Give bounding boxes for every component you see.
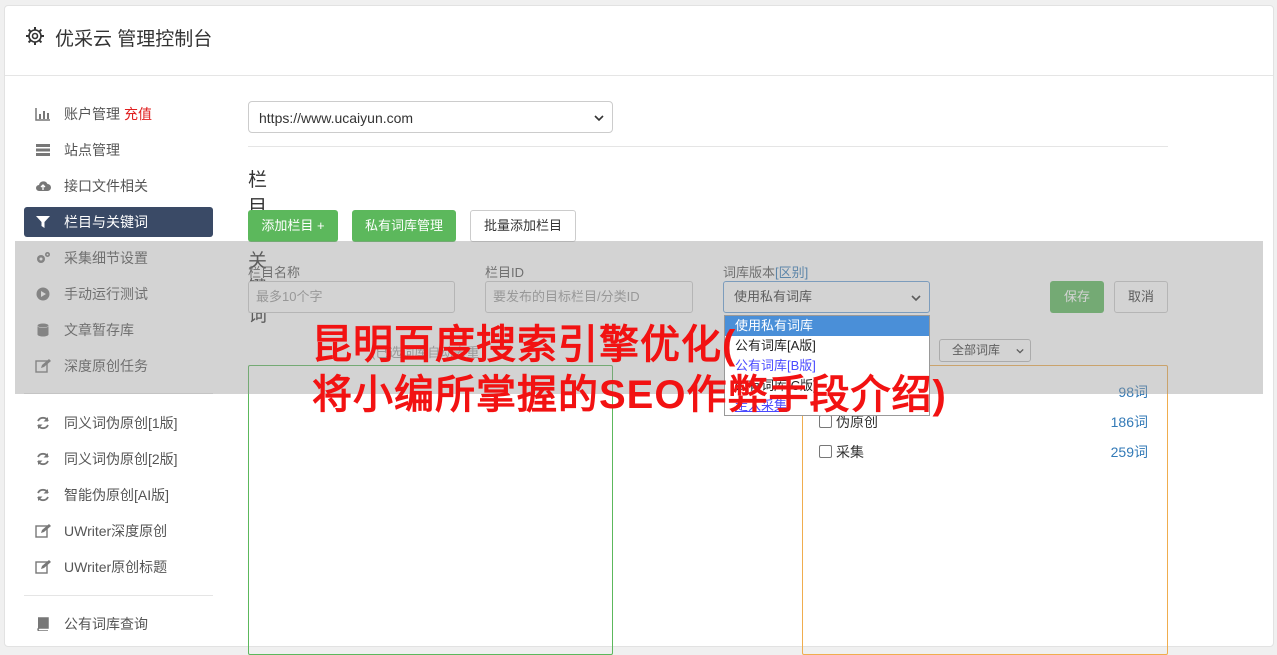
cloud-upload-icon xyxy=(36,181,51,191)
sidebar-item-label: 接口文件相关 xyxy=(64,178,148,194)
sidebar-item-label: 同义词伪原创[2版] xyxy=(64,451,178,467)
sidebar-item-uwriter-deep[interactable]: UWriter深度原创 xyxy=(24,516,213,546)
sidebar-item-interface[interactable]: 接口文件相关 xyxy=(24,171,213,201)
book-icon xyxy=(37,617,49,631)
header: 优采云 管理控制台 xyxy=(5,6,1273,76)
batch-add-button[interactable]: 批量添加栏目 xyxy=(470,210,576,242)
sidebar-item-uwriter-title[interactable]: UWriter原创标题 xyxy=(24,552,213,582)
watermark-line: 昆明百度搜索引擎优化( xyxy=(312,323,737,367)
sidebar-item-synonym-v2[interactable]: 同义词伪原创[2版] xyxy=(24,444,213,474)
sidebar-item-label: 同义词伪原创[1版] xyxy=(64,415,178,431)
sidebar-divider xyxy=(24,595,213,596)
watermark-line: 将小编所掌握的SEO作弊手段介绍) xyxy=(312,373,947,417)
lib-count: 259词 xyxy=(1110,444,1148,460)
sidebar-item-label: UWriter原创标题 xyxy=(64,559,168,575)
server-icon xyxy=(36,144,50,156)
sidebar-item-synonym-v1[interactable]: 同义词伪原创[1版] xyxy=(24,408,213,438)
refresh-icon xyxy=(37,488,49,502)
sidebar-item-label: 栏目与关键词 xyxy=(64,214,148,230)
lib-count: 186词 xyxy=(1110,414,1148,430)
site-select-value: https://www.ucaiyun.com xyxy=(259,110,414,126)
sidebar-item-label: 智能伪原创[AI版] xyxy=(64,487,170,503)
bar-chart-icon xyxy=(35,108,50,121)
filter-icon xyxy=(36,216,50,228)
lib-row[interactable]: 采集 xyxy=(819,442,864,462)
refresh-icon xyxy=(37,452,49,466)
edit-icon xyxy=(35,560,51,574)
sidebar-item-columns[interactable]: 栏目与关键词 xyxy=(24,207,213,237)
sidebar-item-ai-original[interactable]: 智能伪原创[AI版] xyxy=(24,480,213,510)
recharge-link[interactable]: 充值 xyxy=(124,106,152,122)
sidebar-item-public-lib[interactable]: 公有词库查询 xyxy=(24,609,213,639)
sidebar-item-sites[interactable]: 站点管理 xyxy=(24,135,213,165)
divider xyxy=(248,146,1168,147)
private-lib-button[interactable]: 私有词库管理 xyxy=(352,210,456,242)
site-select[interactable]: https://www.ucaiyun.com xyxy=(248,101,613,133)
page-title: 优采云 管理控制台 xyxy=(55,29,213,50)
edit-icon xyxy=(35,524,51,538)
chevron-down-icon xyxy=(594,115,604,122)
refresh-icon xyxy=(37,416,49,430)
sidebar-item-label: 站点管理 xyxy=(64,142,120,158)
sidebar-item-label: 账户管理 xyxy=(64,106,120,122)
watermark-text: 昆明百度搜索引擎优化( 将小编所掌握的SEO作弊手段介绍) xyxy=(312,320,947,420)
sidebar-item-label: UWriter深度原创 xyxy=(64,523,168,539)
gear-icon xyxy=(26,27,44,45)
add-column-button[interactable]: 添加栏目 + xyxy=(248,210,338,242)
sidebar-item-label: 公有词库查询 xyxy=(64,616,148,632)
sidebar-item-account[interactable]: 账户管理 充值 xyxy=(24,99,213,129)
checkbox[interactable] xyxy=(819,445,832,458)
lib-name: 采集 xyxy=(836,444,864,460)
